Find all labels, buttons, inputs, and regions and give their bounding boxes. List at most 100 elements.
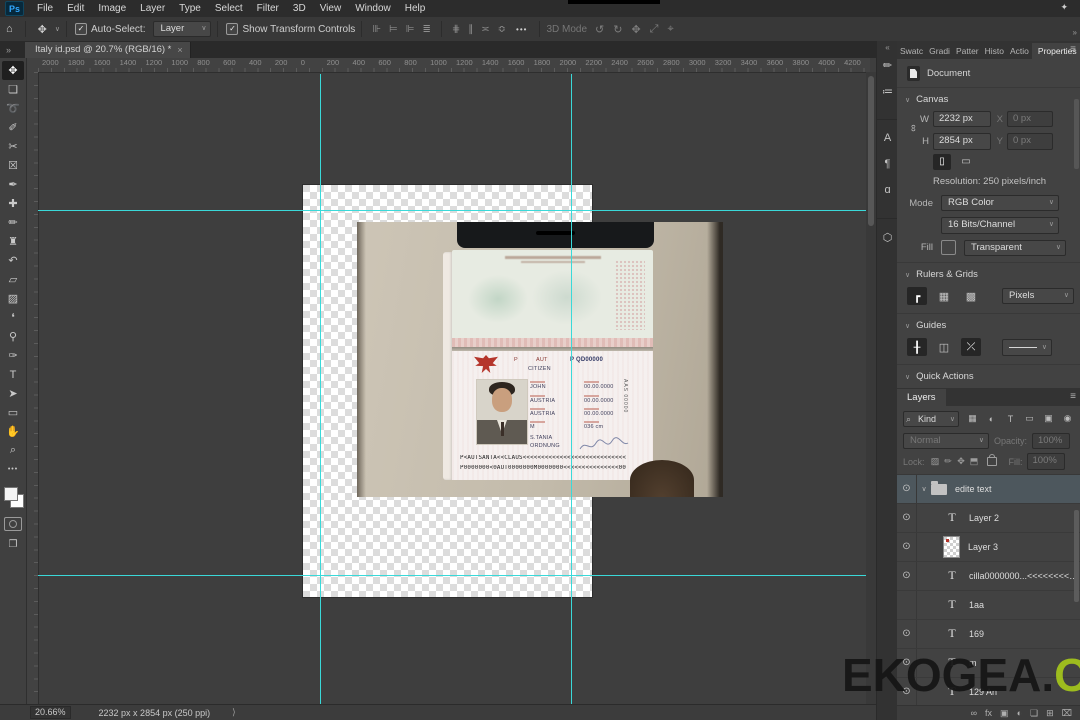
3d-mode-icon[interactable]: ⌖: [667, 23, 673, 36]
layer-filter-icon[interactable]: ◉: [1059, 410, 1076, 427]
x-field[interactable]: 0 px: [1007, 111, 1053, 127]
tool-lasso-button[interactable]: ➰: [2, 99, 24, 118]
tool-frame-button[interactable]: ☒: [2, 156, 24, 175]
status-chevron-icon[interactable]: ⟩: [232, 707, 236, 718]
link-dimensions-icon[interactable]: ∞: [908, 124, 919, 136]
lock-option-icon[interactable]: ✏: [942, 456, 955, 467]
canvas-section-header[interactable]: ∨Canvas: [897, 87, 1080, 109]
screen-mode-button[interactable]: ❐: [9, 539, 18, 550]
scrollbar-thumb[interactable]: [868, 76, 874, 226]
close-tab-icon[interactable]: ×: [177, 45, 182, 55]
tool-eyedropper-button[interactable]: ✒: [2, 175, 24, 194]
fill-opacity-field[interactable]: 100%: [1027, 453, 1065, 469]
3d-mode-icon[interactable]: ↺: [595, 23, 604, 36]
layer-filter-icon[interactable]: ◐: [983, 410, 1000, 427]
lock-option-icon[interactable]: ✥: [955, 456, 968, 467]
canvas-vertical-scrollbar[interactable]: [866, 72, 876, 705]
layer-mask-icon[interactable]: ▣: [1000, 708, 1009, 719]
visibility-eye-icon[interactable]: [897, 591, 917, 619]
menu-item[interactable]: Edit: [60, 0, 91, 17]
vertical-guide-1[interactable]: [320, 74, 321, 705]
more-options-icon[interactable]: •••: [510, 25, 533, 34]
panel-tab[interactable]: Gradi: [926, 43, 953, 59]
align-icon[interactable]: ≣: [422, 24, 430, 35]
link-layers-icon[interactable]: ∞: [971, 708, 977, 718]
align-icon[interactable]: ⊨: [389, 24, 398, 35]
toggle-transparency-grid-button[interactable]: ▩: [961, 287, 981, 305]
auto-select-checkbox[interactable]: [75, 23, 87, 35]
tool-hand-button[interactable]: ✋: [2, 422, 24, 441]
layer-row-layer-group-edite-text[interactable]: ∨ edite text: [897, 475, 1080, 504]
visibility-eye-icon[interactable]: [897, 533, 917, 561]
portrait-orientation-button[interactable]: ▯: [933, 154, 951, 170]
panel-tab[interactable]: Swatc: [897, 43, 926, 59]
guides-section-header[interactable]: ∨Guides: [897, 313, 1080, 335]
toggle-rulers-button[interactable]: ┏: [907, 287, 927, 305]
distribute-icon[interactable]: ≍: [481, 24, 489, 35]
properties-scrollbar-thumb[interactable]: [1074, 99, 1079, 169]
layer-name[interactable]: 169: [969, 629, 984, 639]
menu-item[interactable]: Filter: [250, 0, 286, 17]
paragraph-panel-icon[interactable]: ¶: [878, 156, 897, 172]
layer-filter-icon[interactable]: ▣: [1040, 410, 1057, 427]
layer-name[interactable]: edite text: [955, 484, 992, 494]
layer-name[interactable]: Layer 3: [968, 542, 998, 552]
tool-preset-chevron[interactable]: ∨: [55, 25, 60, 33]
tool-edit-toolbar-button[interactable]: •••: [2, 460, 24, 479]
panel-tab[interactable]: Histo: [982, 43, 1007, 59]
visibility-eye-icon[interactable]: [897, 504, 917, 532]
home-icon[interactable]: ⌂: [0, 23, 19, 35]
vertical-ruler[interactable]: [26, 72, 39, 705]
show-transform-checkbox[interactable]: [226, 23, 238, 35]
3d-mode-icon[interactable]: ⤢: [650, 23, 659, 36]
tool-zoom-button[interactable]: ⌕: [2, 441, 24, 460]
menu-item[interactable]: Window: [348, 0, 398, 17]
distribute-icon[interactable]: ∥: [468, 24, 473, 35]
filter-kind-dropdown[interactable]: Kind: [903, 411, 959, 427]
layers-tab[interactable]: Layers: [897, 389, 946, 406]
mixer-brush-panel-icon[interactable]: ≔: [878, 83, 897, 99]
new-layer-icon[interactable]: ⊞: [1046, 708, 1054, 719]
menu-item[interactable]: File: [30, 0, 60, 17]
horizontal-ruler[interactable]: 2000180016001400120010008006004002000200…: [38, 58, 870, 73]
menu-item[interactable]: Select: [208, 0, 250, 17]
tool-gradient-button[interactable]: ▨: [2, 289, 24, 308]
document-tab[interactable]: Italy id.psd @ 20.7% (RGB/16) * ×: [25, 41, 191, 58]
horizontal-guide-2[interactable]: [38, 575, 866, 576]
rulers-grids-section-header[interactable]: ∨Rulers & Grids: [897, 262, 1080, 284]
tool-move-button[interactable]: ✥: [2, 61, 24, 80]
tool-rectangle-button[interactable]: ▭: [2, 403, 24, 422]
layers-scrollbar-thumb[interactable]: [1074, 510, 1079, 602]
fill-dropdown[interactable]: Transparent: [964, 240, 1066, 256]
expand-panels-icon[interactable]: »: [1073, 28, 1077, 37]
tool-pen-button[interactable]: ✑: [2, 346, 24, 365]
visibility-eye-icon[interactable]: [897, 620, 917, 648]
move-tool-icon[interactable]: ✥: [32, 23, 53, 36]
color-mode-dropdown[interactable]: RGB Color: [941, 195, 1059, 211]
visibility-eye-icon[interactable]: [897, 562, 917, 590]
visibility-eye-icon[interactable]: [897, 475, 917, 503]
menu-item[interactable]: Help: [398, 0, 433, 17]
layer-row-layer-1aa[interactable]: 1aa: [897, 591, 1080, 620]
layer-row-layer-3[interactable]: Layer 3: [897, 533, 1080, 562]
tool-crop-button[interactable]: ✂: [2, 137, 24, 156]
vertical-guide-2[interactable]: [571, 74, 572, 705]
lock-all-icon[interactable]: [987, 457, 997, 466]
ruler-units-dropdown[interactable]: Pixels: [1002, 288, 1074, 304]
layer-row-layer-2[interactable]: Layer 2: [897, 504, 1080, 533]
layer-name[interactable]: Layer 2: [969, 513, 999, 523]
layer-filter-icon[interactable]: ▭: [1021, 410, 1038, 427]
landscape-orientation-button[interactable]: ▭: [957, 154, 975, 170]
layers-menu-icon[interactable]: ≡: [1070, 391, 1076, 402]
opacity-field[interactable]: 100%: [1032, 433, 1070, 449]
align-icon[interactable]: ⊪: [372, 24, 381, 35]
layer-name[interactable]: cilla0000000...<<<<<<<<0 d: [969, 571, 1080, 581]
height-field[interactable]: 2854 px: [933, 133, 991, 149]
layer-filter-icon[interactable]: T: [1002, 410, 1019, 427]
color-swatches[interactable]: [3, 487, 23, 509]
layer-name[interactable]: 1aa: [969, 600, 984, 610]
tool-rectangular-marquee-button[interactable]: ❏: [2, 80, 24, 99]
passport-photo-layer[interactable]: P AUT P QD00000 CITIZEN JOHN AUSTRIA AUS…: [357, 222, 723, 497]
clear-guides-button[interactable]: ⤫: [961, 338, 981, 356]
menu-item[interactable]: 3D: [286, 0, 313, 17]
